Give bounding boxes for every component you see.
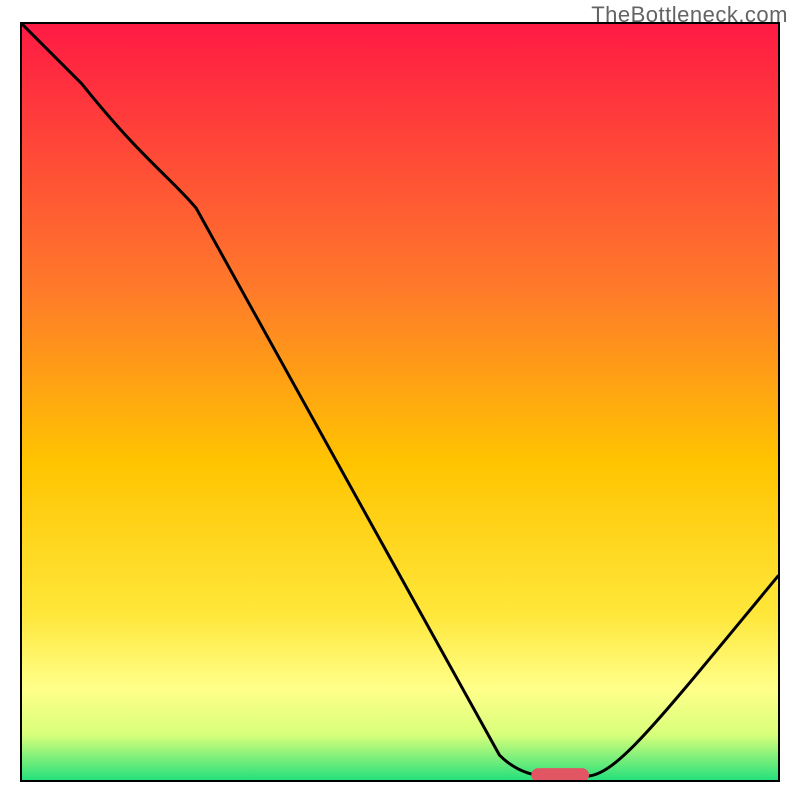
optimum-marker: [531, 768, 589, 780]
stage: TheBottleneck.com: [0, 0, 800, 800]
plot-area: [20, 22, 780, 782]
chart-svg: [22, 24, 778, 780]
gradient-background: [22, 24, 778, 780]
